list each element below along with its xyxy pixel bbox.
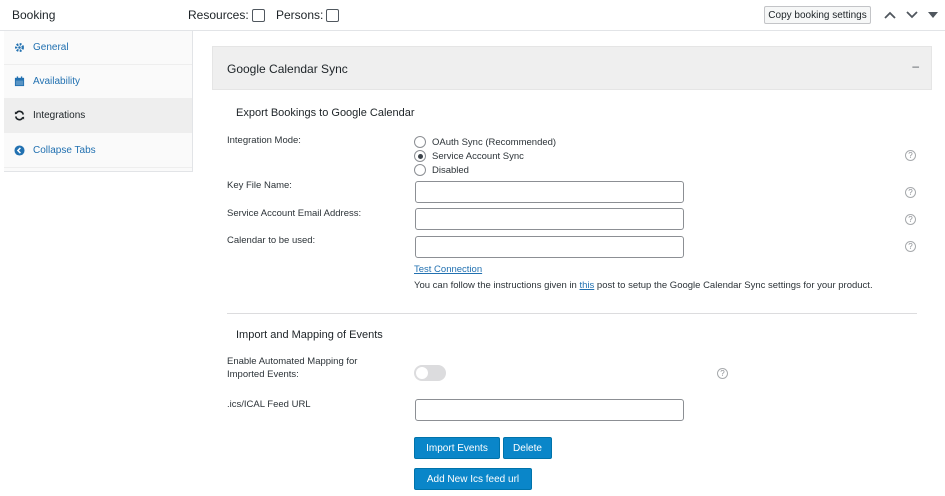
feed-url-input[interactable] bbox=[415, 399, 684, 421]
sidebar-item-general[interactable]: General bbox=[4, 31, 192, 65]
help-icon[interactable]: ? bbox=[905, 150, 916, 161]
sidebar-item-label: Collapse Tabs bbox=[33, 145, 96, 156]
resources-label: Resources: bbox=[188, 8, 249, 22]
persons-label: Persons: bbox=[276, 8, 324, 22]
sidebar-item-integrations[interactable]: Integrations bbox=[4, 99, 192, 133]
delete-button[interactable]: Delete bbox=[503, 437, 552, 459]
service-email-label: Service Account Email Address: bbox=[227, 208, 362, 219]
radio-label: OAuth Sync (Recommended) bbox=[432, 136, 557, 148]
service-email-input[interactable] bbox=[415, 208, 684, 230]
resources-checkbox[interactable] bbox=[251, 8, 265, 22]
resources-option[interactable]: Resources: bbox=[188, 8, 265, 22]
sidebar-item-label: Integrations bbox=[33, 110, 86, 121]
gear-icon bbox=[13, 42, 25, 54]
import-events-button[interactable]: Import Events bbox=[414, 437, 500, 459]
radio-button[interactable] bbox=[414, 136, 426, 148]
feed-url-label: .ics/ICAL Feed URL bbox=[227, 399, 311, 410]
chevron-down-icon[interactable] bbox=[904, 7, 920, 23]
import-section-title: Import and Mapping of Events bbox=[236, 329, 383, 341]
instructions-link[interactable]: this bbox=[579, 280, 594, 291]
help-icon[interactable]: ? bbox=[905, 187, 916, 198]
key-file-label: Key File Name: bbox=[227, 180, 292, 191]
chevron-up-icon[interactable] bbox=[882, 7, 898, 23]
sidebar-item-label: Availability bbox=[33, 76, 81, 87]
sidebar-item-availability[interactable]: Availability bbox=[4, 65, 192, 99]
top-bar: Booking Resources: Persons: Copy booking… bbox=[0, 0, 945, 31]
radio-oauth-sync[interactable]: OAuth Sync (Recommended) bbox=[414, 136, 556, 148]
caret-down-icon[interactable] bbox=[925, 7, 941, 23]
sync-icon bbox=[13, 110, 25, 122]
radio-label: Service Account Sync bbox=[432, 150, 524, 162]
radio-button[interactable] bbox=[414, 164, 426, 176]
toggle-knob bbox=[416, 367, 428, 379]
persons-checkbox[interactable] bbox=[326, 8, 340, 22]
section-divider bbox=[227, 313, 917, 314]
automated-mapping-toggle[interactable] bbox=[414, 365, 446, 381]
calendar-label: Calendar to be used: bbox=[227, 235, 316, 246]
calendar-icon bbox=[13, 76, 25, 88]
test-connection-link[interactable]: Test Connection bbox=[414, 263, 482, 276]
panel-title: Google Calendar Sync bbox=[227, 62, 348, 76]
instructions-note: You can follow the instructions given in… bbox=[414, 280, 873, 291]
radio-disabled[interactable]: Disabled bbox=[414, 164, 469, 176]
add-ics-feed-button[interactable]: Add New Ics feed url bbox=[414, 468, 532, 490]
sidebar: General Availability Integrations Collap… bbox=[4, 31, 193, 172]
export-section-title: Export Bookings to Google Calendar bbox=[236, 107, 415, 119]
booking-title: Booking bbox=[12, 8, 56, 22]
google-calendar-sync-header[interactable]: Google Calendar Sync – bbox=[212, 46, 932, 90]
sidebar-item-collapse-tabs[interactable]: Collapse Tabs bbox=[4, 134, 192, 168]
chevron-left-circle-icon bbox=[13, 145, 25, 157]
collapse-icon[interactable]: – bbox=[912, 59, 919, 73]
key-file-input[interactable] bbox=[415, 181, 684, 203]
help-icon[interactable]: ? bbox=[717, 368, 728, 379]
sidebar-item-label: General bbox=[33, 42, 69, 53]
radio-service-account-sync[interactable]: Service Account Sync bbox=[414, 150, 524, 162]
integration-mode-label: Integration Mode: bbox=[227, 135, 301, 146]
radio-button-selected[interactable] bbox=[414, 150, 426, 162]
calendar-input[interactable] bbox=[415, 236, 684, 258]
radio-label: Disabled bbox=[432, 164, 469, 176]
help-icon[interactable]: ? bbox=[905, 241, 916, 252]
persons-option[interactable]: Persons: bbox=[276, 8, 340, 22]
help-icon[interactable]: ? bbox=[905, 214, 916, 225]
automated-mapping-label: Enable Automated Mapping for Imported Ev… bbox=[227, 356, 358, 380]
copy-booking-settings-button[interactable]: Copy booking settings bbox=[764, 6, 871, 24]
